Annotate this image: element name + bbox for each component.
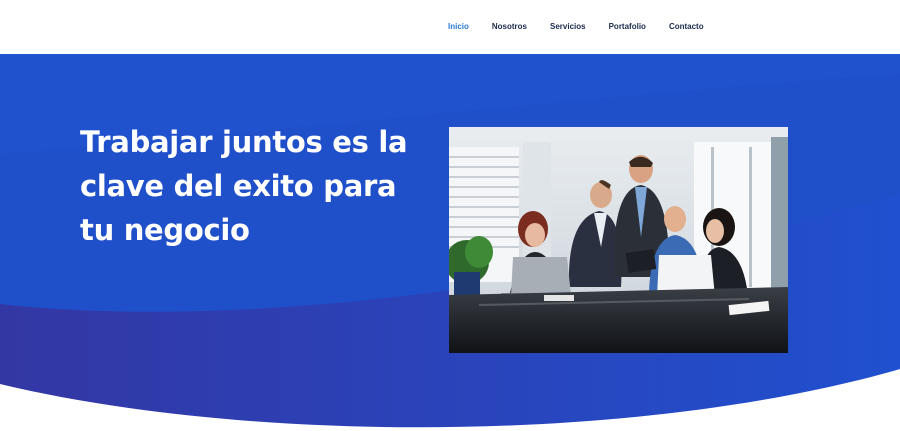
- site-header: Inicio Nosotros Servicios Portafolio Con…: [0, 0, 900, 54]
- nav-link-nosotros[interactable]: Nosotros: [492, 20, 527, 33]
- hero-title: Trabajar juntos es la clave del exito pa…: [80, 125, 408, 247]
- main-nav: Inicio Nosotros Servicios Portafolio Con…: [448, 20, 727, 33]
- nav-link-servicios[interactable]: Servicios: [550, 20, 586, 33]
- landing-page: Inicio Nosotros Servicios Portafolio Con…: [0, 0, 900, 431]
- nav-link-portafolio[interactable]: Portafolio: [609, 20, 646, 33]
- nav-link-contacto[interactable]: Contacto: [669, 20, 704, 33]
- team-meeting-photo: [449, 127, 788, 353]
- nav-link-inicio[interactable]: Inicio: [448, 20, 469, 33]
- hero-section: Trabajar juntos es la clave del exito pa…: [0, 54, 900, 431]
